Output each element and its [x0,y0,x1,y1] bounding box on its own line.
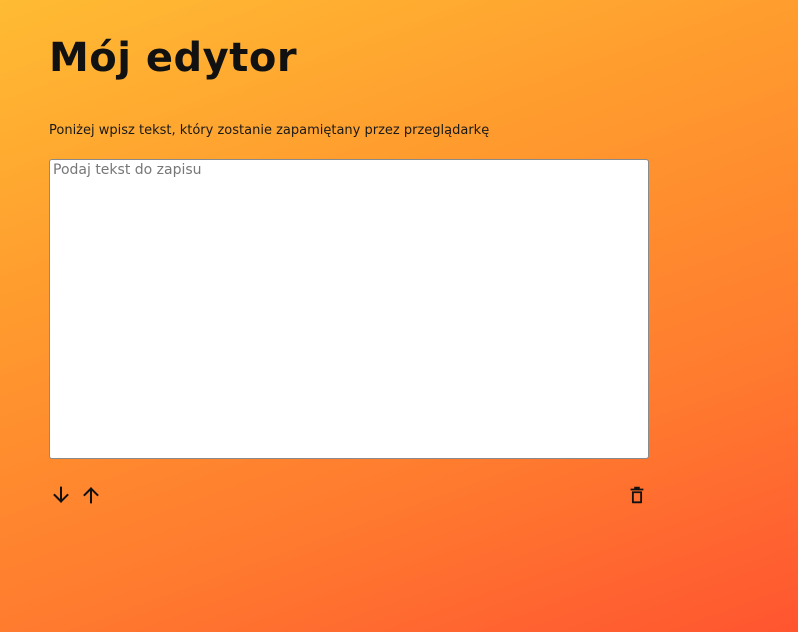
page-title: Mój edytor [49,35,298,81]
page-description: Poniżej wpisz tekst, który zostanie zapa… [49,123,490,138]
trash-icon [626,484,648,506]
arrow-down-icon [50,484,72,506]
download-button[interactable] [49,483,73,507]
arrow-up-icon [80,484,102,506]
upload-button[interactable] [79,483,103,507]
text-editor-input[interactable] [49,159,649,459]
editor-container: Mój edytor Poniżej wpisz tekst, który zo… [49,30,649,507]
editor-toolbar [49,483,649,507]
clear-button[interactable] [625,483,649,507]
